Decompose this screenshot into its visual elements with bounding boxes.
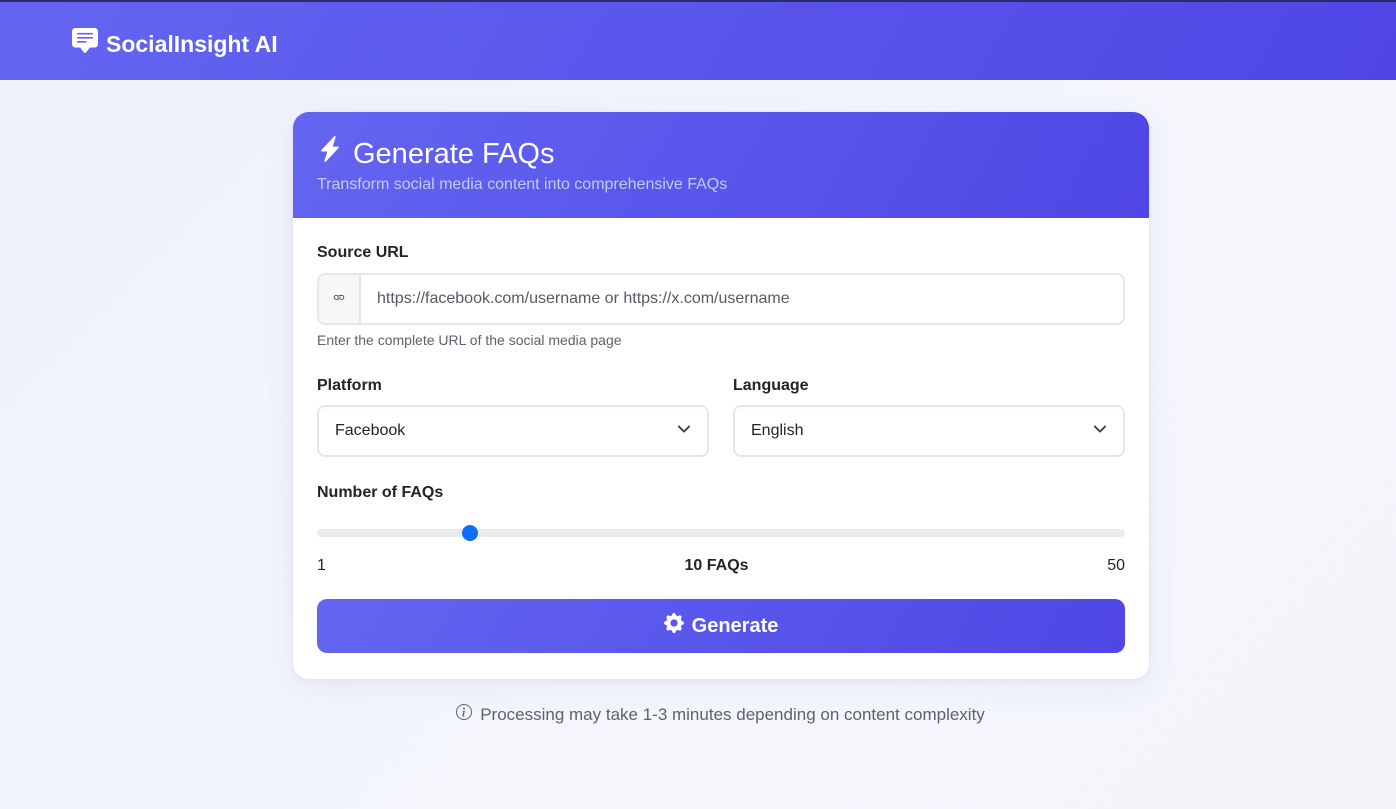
generate-button-label: Generate [691, 614, 779, 637]
card-title: Generate FAQs [317, 134, 1125, 174]
language-group: Language English [733, 377, 1125, 457]
slider-scale: 1 10 FAQs 50 [317, 557, 1125, 575]
source-url-help: Enter the complete URL of the social med… [317, 332, 622, 348]
faq-count-slider[interactable] [317, 521, 1125, 545]
slider-min-label: 1 [317, 557, 326, 574]
faq-count-label: Number of FAQs [317, 484, 444, 501]
chat-square-text-icon [72, 28, 98, 60]
lightning-icon [317, 134, 343, 174]
language-selected-value: English [751, 422, 804, 439]
source-url-input[interactable] [361, 275, 1123, 323]
platform-selected-value: Facebook [335, 422, 406, 439]
brand[interactable]: SocialInsight AI [72, 28, 278, 60]
generate-faqs-card: Generate FAQs Transform social media con… [293, 112, 1149, 679]
language-label: Language [733, 377, 809, 394]
slider-thumb[interactable] [462, 525, 479, 541]
gear-icon [663, 613, 684, 639]
brand-name: SocialInsight AI [106, 30, 278, 57]
platform-label: Platform [317, 377, 382, 394]
card-body: Source URL Enter the complete URL of the… [293, 218, 1149, 653]
platform-group: Platform Facebook [317, 377, 709, 457]
processing-note-text: Processing may take 1-3 minutes dependin… [480, 704, 985, 724]
source-url-group [317, 273, 1125, 325]
platform-select[interactable]: Facebook [317, 405, 709, 457]
card-subtitle: Transform social media content into comp… [317, 176, 728, 193]
url-addon [319, 275, 361, 323]
card-title-text: Generate FAQs [353, 138, 555, 170]
processing-note: Processing may take 1-3 minutes dependin… [0, 704, 1396, 725]
slider-value-label: 10 FAQs [684, 557, 749, 574]
slider-track[interactable] [317, 529, 1125, 537]
language-select[interactable]: English [733, 405, 1125, 457]
select-row: Platform Facebook Language English [317, 377, 1125, 457]
generate-button[interactable]: Generate [317, 599, 1125, 653]
source-url-label: Source URL [317, 244, 409, 261]
slider-max-label: 50 [1107, 557, 1125, 574]
card-header: Generate FAQs Transform social media con… [293, 112, 1149, 218]
top-navbar: SocialInsight AI [0, 0, 1396, 80]
link-icon [333, 290, 345, 308]
chevron-down-icon [677, 422, 691, 441]
chevron-down-icon [1093, 422, 1107, 441]
info-circle-icon [456, 704, 473, 725]
